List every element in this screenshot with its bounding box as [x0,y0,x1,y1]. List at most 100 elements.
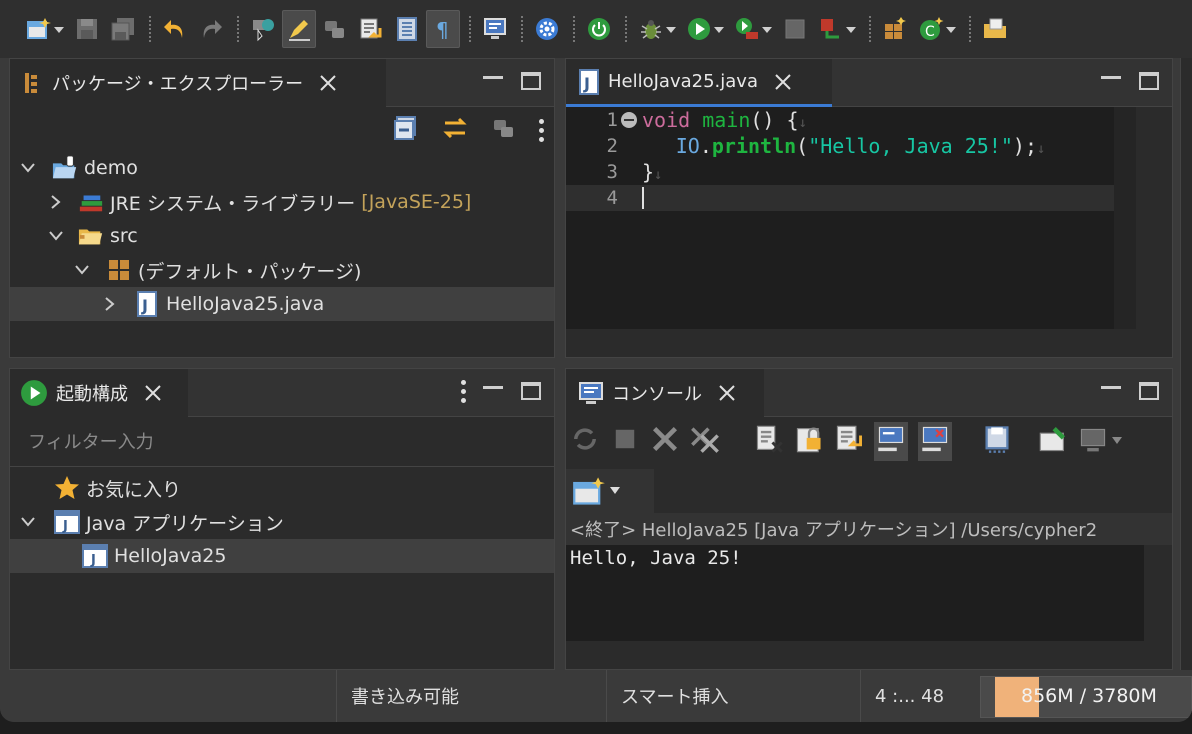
chevron-down-icon[interactable] [18,512,38,532]
toggle-mark-occurrences-button[interactable] [282,10,316,48]
code-editor[interactable]: 1 void main() {↓ 2 IO.println("Hello, Ja… [566,107,1114,329]
open-type-button[interactable] [246,10,280,48]
link-with-editor-icon[interactable] [441,115,469,146]
heap-usage-label: 856M / 3780M [1021,685,1157,707]
new-wizard-button[interactable] [22,10,68,48]
clear-console-icon[interactable] [754,424,784,459]
tab-launch-configurations[interactable]: 起動構成 [10,369,188,417]
scroll-lock-icon[interactable] [794,424,824,459]
tree-item-jre[interactable]: JRE システム・ライブラリー [JavaSE-25] [10,185,554,219]
heap-status[interactable]: 856M / 3780M [980,676,1192,718]
close-icon[interactable] [716,382,738,404]
tree-item-launch-config[interactable]: J HelloJava25 [10,539,554,573]
save-output-icon[interactable] [982,424,1012,459]
save-button[interactable] [70,10,104,48]
display-console-dropdown[interactable] [1078,426,1122,456]
svg-text:¶: ¶ [436,18,449,42]
console-output[interactable]: Hello, Java 25! [566,545,1144,641]
new-class-button[interactable]: C [914,10,960,48]
open-console-dropdown[interactable] [566,469,654,513]
debug-button[interactable] [634,10,680,48]
toggle-breadcrumb-button[interactable] [318,10,352,48]
status-insert-mode: スマート挿入 [606,670,860,722]
word-wrap-icon[interactable] [834,424,864,459]
new-package-button[interactable] [878,10,912,48]
svg-text:J: J [141,296,148,315]
close-icon[interactable] [142,382,164,404]
svg-text:J: J [62,519,68,534]
minimize-button[interactable] [1100,69,1122,93]
show-on-stdout-icon[interactable] [874,421,908,461]
source-folder-icon [78,223,104,249]
open-folder-button[interactable] [978,10,1012,48]
redo-button[interactable] [194,10,228,48]
overview-ruler[interactable] [1114,107,1136,329]
open-type-icon [253,19,274,42]
close-icon[interactable] [772,71,794,93]
java-application-label: Java アプリケーション [86,512,284,535]
stop-button[interactable] [778,10,812,48]
tab-editor-file[interactable]: J HelloJava25.java [566,59,832,107]
view-controls [1100,379,1160,403]
close-icon[interactable] [317,72,339,94]
refresh-icon[interactable] [570,424,600,459]
launch-tabbar: 起動構成 [10,369,554,417]
tree-item-default-package[interactable]: (デフォルト・パッケージ) [10,253,554,287]
pin-console-icon[interactable] [1038,424,1068,459]
toolbar-separator [237,16,239,42]
next-annotation-button[interactable] [354,10,388,48]
next-annotation-icon [360,18,382,39]
terminal-button[interactable] [478,10,512,48]
chevron-right-icon[interactable] [46,192,66,212]
collapse-all-icon[interactable] [393,115,419,146]
monitor-icon [484,18,506,39]
terminate-icon[interactable] [610,424,640,459]
maximize-button[interactable] [520,379,542,403]
tree-item-src[interactable]: src [10,219,554,253]
console-scrollbar[interactable] [1144,545,1172,669]
show-on-stderr-icon[interactable] [918,421,952,461]
horizontal-scrollbar[interactable] [566,329,1136,357]
remove-launch-icon[interactable] [650,424,680,459]
chevron-right-icon[interactable] [100,294,120,314]
coverage-button[interactable] [814,10,860,48]
maximize-button[interactable] [1138,69,1160,93]
filters-icon[interactable] [491,115,517,146]
cursor-position-label: 4 :... 48 [875,685,945,707]
package-explorer-icon [25,73,37,93]
maximize-button[interactable] [1138,379,1160,403]
console-panel: コンソール <終了> HelloJava25 [Java アプリケーション] /… [565,368,1173,670]
tree-item-java-file[interactable]: J HelloJava25.java [10,287,554,321]
chevron-down-icon[interactable] [46,226,66,246]
chevron-down-icon[interactable] [18,158,38,178]
minimize-button[interactable] [482,69,504,93]
vertical-scrollbar[interactable] [1136,107,1172,357]
console-tabbar: コンソール [566,369,1172,417]
tab-console[interactable]: コンソール [566,369,764,417]
tree-item-favorites[interactable]: お気に入り [10,471,554,505]
tree-item-project[interactable]: demo [10,151,554,185]
remove-all-icon[interactable] [690,424,720,459]
minimize-button[interactable] [482,379,504,403]
filter-input[interactable] [10,419,554,467]
save-all-button[interactable] [106,10,140,48]
toolbar-separator [869,16,871,42]
start-server-button[interactable] [582,10,616,48]
chevron-down-icon[interactable] [72,260,92,280]
run-external-tools-button[interactable] [730,10,776,48]
svg-text:C: C [925,24,935,40]
view-menu-icon[interactable] [539,119,544,142]
undo-button[interactable] [158,10,192,48]
run-button[interactable] [682,10,728,48]
show-source-button[interactable] [390,10,424,48]
maximize-button[interactable] [520,69,542,93]
tree-item-java-application[interactable]: J Java アプリケーション [10,505,554,539]
minimize-button[interactable] [1100,379,1122,403]
fold-collapse-icon[interactable] [620,111,638,134]
toolbar-separator [573,16,575,42]
show-whitespace-button[interactable]: ¶ [426,10,460,48]
jre-version-decoration: [JavaSE-25] [361,191,472,213]
settings-button[interactable] [530,10,564,48]
tab-package-explorer[interactable]: パッケージ・エクスプローラー [10,59,386,107]
view-menu-icon[interactable] [461,379,466,403]
